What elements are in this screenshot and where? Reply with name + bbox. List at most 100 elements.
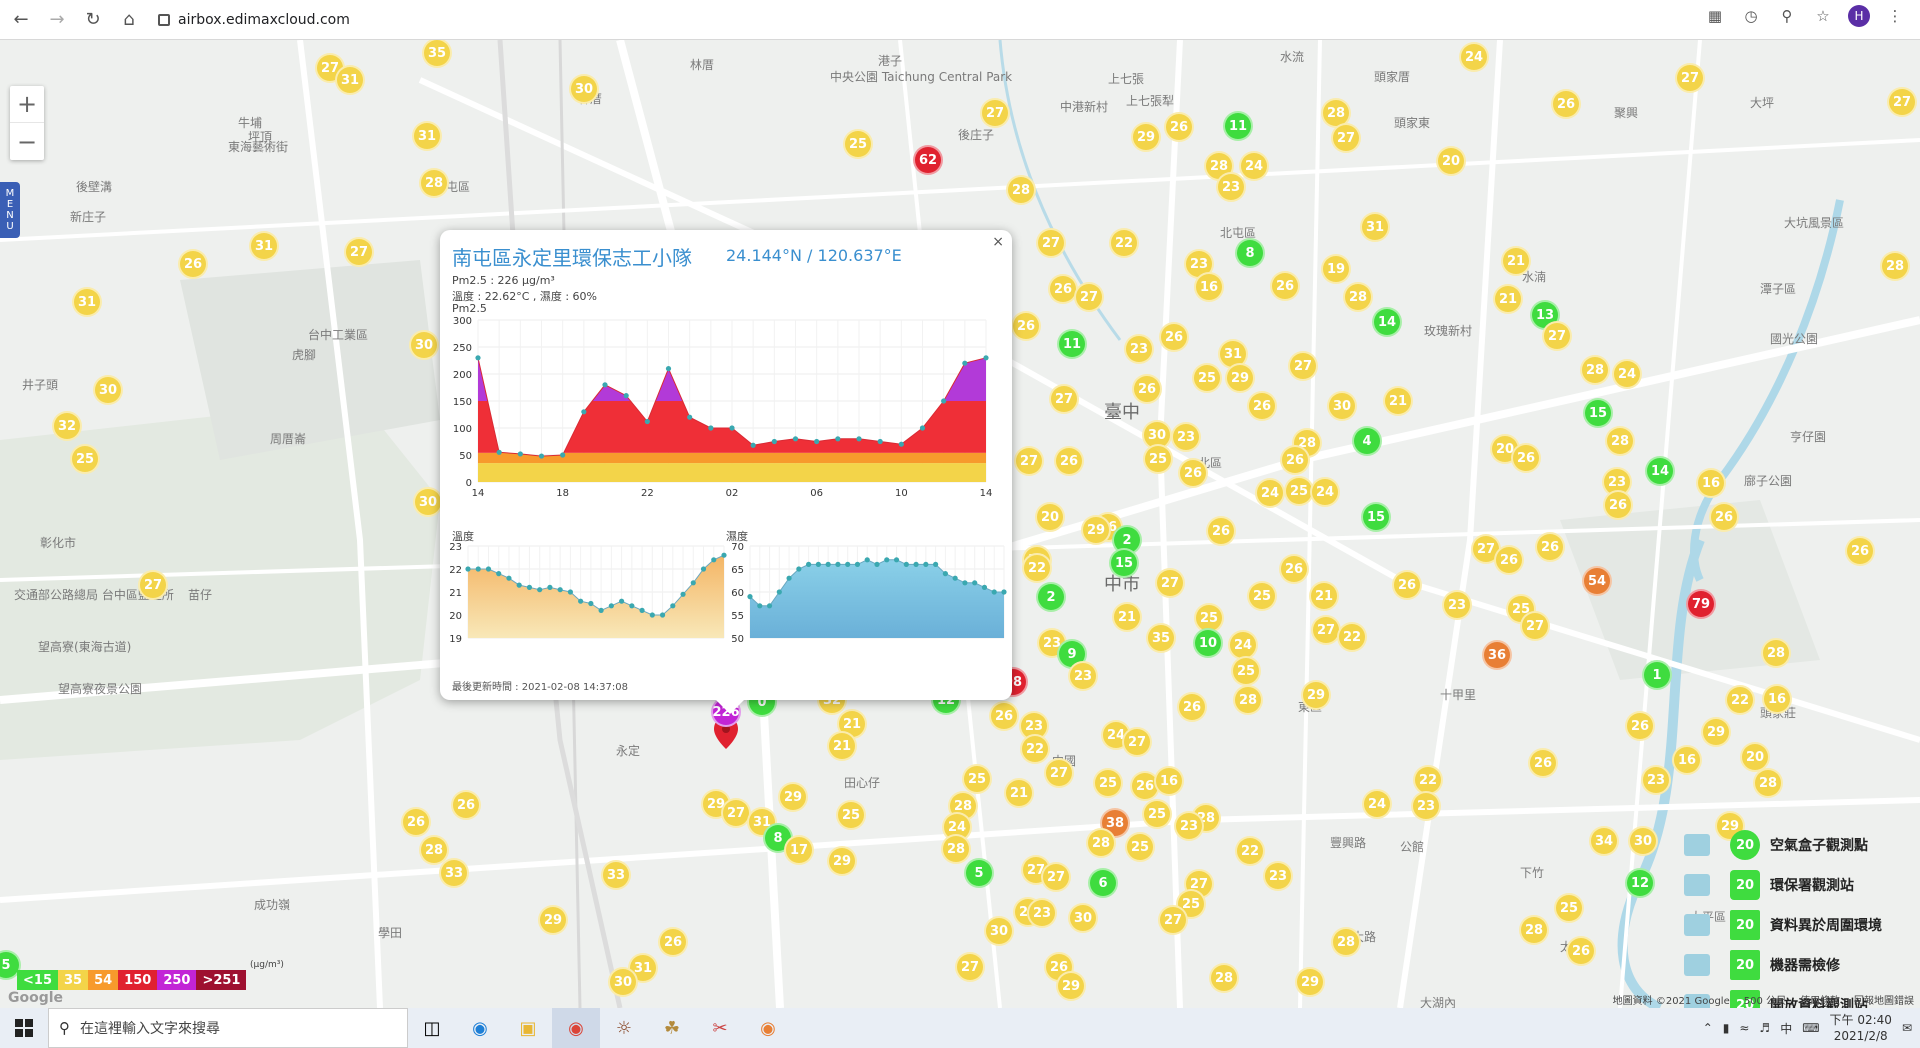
station-marker[interactable]: 32 <box>52 411 82 441</box>
station-marker[interactable]: 26 <box>1164 112 1194 142</box>
close-icon[interactable]: × <box>992 234 1004 250</box>
station-marker[interactable]: 23 <box>1068 661 1098 691</box>
station-marker[interactable]: 22 <box>1020 734 1050 764</box>
station-marker[interactable]: 26 <box>989 701 1019 731</box>
keyboard-icon[interactable]: ⌨ <box>1802 1021 1819 1035</box>
translate-icon[interactable]: ◷ <box>1740 5 1762 27</box>
station-marker[interactable]: 24 <box>1310 477 1340 507</box>
station-marker[interactable]: 27 <box>1041 862 1071 892</box>
station-marker[interactable]: 16 <box>1672 745 1702 775</box>
address-bar[interactable]: airbox.edimaxcloud.com <box>158 4 1718 35</box>
ime-indicator[interactable]: 中 <box>1780 1020 1792 1037</box>
station-marker[interactable]: 31 <box>249 231 279 261</box>
station-marker[interactable]: 16 <box>1194 272 1224 302</box>
station-marker[interactable]: 25 <box>836 800 866 830</box>
station-marker[interactable]: 26 <box>401 807 431 837</box>
station-marker[interactable]: 27 <box>344 237 374 267</box>
station-marker[interactable]: 28 <box>1233 685 1263 715</box>
station-marker[interactable]: 21 <box>1501 246 1531 276</box>
station-marker[interactable]: 29 <box>778 782 808 812</box>
clock[interactable]: 下午 02:40 2021/2/8 <box>1830 1012 1892 1044</box>
station-marker[interactable]: 26 <box>1178 458 1208 488</box>
chrome-icon[interactable]: ◉ <box>552 1008 600 1048</box>
wifi-icon[interactable]: ≈ <box>1739 1021 1749 1035</box>
station-marker[interactable]: 20 <box>1740 742 1770 772</box>
zoom-icon[interactable]: ⚲ <box>1776 5 1798 27</box>
station-marker[interactable]: 26 <box>1494 545 1524 575</box>
station-marker[interactable]: 31 <box>335 65 365 95</box>
app-icon[interactable]: ☘ <box>648 1008 696 1048</box>
station-marker[interactable]: 30 <box>1327 391 1357 421</box>
station-marker[interactable]: 25 <box>70 444 100 474</box>
station-marker[interactable]: 5 <box>964 858 994 888</box>
station-marker[interactable]: 26 <box>1709 502 1739 532</box>
edge-icon[interactable]: ◉ <box>456 1008 504 1048</box>
notification-icon[interactable]: ✉ <box>1902 1021 1912 1035</box>
station-marker[interactable]: 25 <box>1247 581 1277 611</box>
attribution-item[interactable]: 回報地圖錯誤 <box>1854 992 1914 1007</box>
station-marker[interactable]: 31 <box>1360 212 1390 242</box>
station-marker[interactable]: 8 <box>1235 238 1265 268</box>
reload-icon[interactable]: ↻ <box>78 5 108 35</box>
station-marker[interactable]: 26 <box>1566 936 1596 966</box>
station-marker[interactable]: 27 <box>1074 282 1104 312</box>
task-view-icon[interactable]: ◫ <box>408 1008 456 1048</box>
station-marker[interactable]: 30 <box>409 330 439 360</box>
station-marker[interactable]: 24 <box>1239 151 1269 181</box>
station-marker[interactable]: 26 <box>1625 711 1655 741</box>
station-marker[interactable]: 27 <box>980 98 1010 128</box>
station-marker[interactable]: 17 <box>784 835 814 865</box>
menu-tab[interactable]: MENU <box>0 182 20 238</box>
station-marker[interactable]: 33 <box>439 858 469 888</box>
station-marker[interactable]: 15 <box>1361 502 1391 532</box>
station-marker[interactable]: 27 <box>138 570 168 600</box>
station-marker[interactable]: 35 <box>1146 623 1176 653</box>
station-marker[interactable]: 14 <box>1645 456 1675 486</box>
station-marker[interactable]: 26 <box>1603 490 1633 520</box>
station-marker[interactable]: 30 <box>413 487 443 517</box>
station-marker[interactable]: 29 <box>1131 122 1161 152</box>
station-marker[interactable]: 34 <box>1589 826 1619 856</box>
station-marker[interactable]: 24 <box>1459 42 1489 72</box>
station-marker[interactable]: 28 <box>1343 282 1373 312</box>
station-marker[interactable]: 21 <box>827 731 857 761</box>
station-marker[interactable]: 26 <box>1206 516 1236 546</box>
station-marker[interactable]: 29 <box>538 905 568 935</box>
station-marker[interactable]: 25 <box>843 129 873 159</box>
station-marker[interactable]: 25 <box>962 764 992 794</box>
station-marker[interactable]: 12 <box>1625 868 1655 898</box>
attribution-item[interactable]: 500 公尺 <box>1744 992 1786 1007</box>
station-marker[interactable]: 28 <box>1753 768 1783 798</box>
station-marker[interactable]: 30 <box>569 74 599 104</box>
station-marker[interactable]: 23 <box>1171 422 1201 452</box>
station-marker[interactable]: 24 <box>1612 359 1642 389</box>
station-marker[interactable]: 30 <box>984 916 1014 946</box>
attribution-item[interactable]: 使用條款 <box>1800 992 1840 1007</box>
station-marker[interactable]: 30 <box>1628 826 1658 856</box>
back-icon[interactable]: ← <box>6 5 36 35</box>
chevron-up-icon[interactable]: ⌃ <box>1703 1021 1713 1035</box>
station-marker[interactable]: 4 <box>1352 426 1382 456</box>
station-marker[interactable]: 26 <box>1132 374 1162 404</box>
battery-icon[interactable]: ▮ <box>1723 1021 1730 1035</box>
station-marker[interactable]: 11 <box>1057 329 1087 359</box>
station-marker[interactable]: 21 <box>1493 284 1523 314</box>
station-marker[interactable]: 22 <box>1235 836 1265 866</box>
home-icon[interactable]: ⌂ <box>114 5 144 35</box>
station-marker[interactable]: 28 <box>1209 963 1239 993</box>
station-marker[interactable]: 20 <box>1436 146 1466 176</box>
station-marker[interactable]: 28 <box>941 834 971 864</box>
station-marker[interactable]: 29 <box>1301 680 1331 710</box>
station-marker[interactable]: 21 <box>1309 581 1339 611</box>
station-marker[interactable]: 29 <box>1225 363 1255 393</box>
map[interactable]: 林厝港子水流牛埔坪頂林厝中央公園 Taichung Central Park上七… <box>0 40 1920 1008</box>
station-marker[interactable]: 26 <box>1011 311 1041 341</box>
station-marker[interactable]: 54 <box>1582 566 1612 596</box>
station-marker[interactable]: 2 <box>1036 582 1066 612</box>
station-marker[interactable]: 29 <box>1295 967 1325 997</box>
station-marker[interactable]: 22 <box>1337 622 1367 652</box>
attribution-item[interactable]: 地圖資料 ©2021 Google <box>1613 992 1730 1007</box>
blender-icon[interactable]: ◉ <box>744 1008 792 1048</box>
station-marker[interactable]: 27 <box>1155 568 1185 598</box>
station-marker[interactable]: 28 <box>419 168 449 198</box>
